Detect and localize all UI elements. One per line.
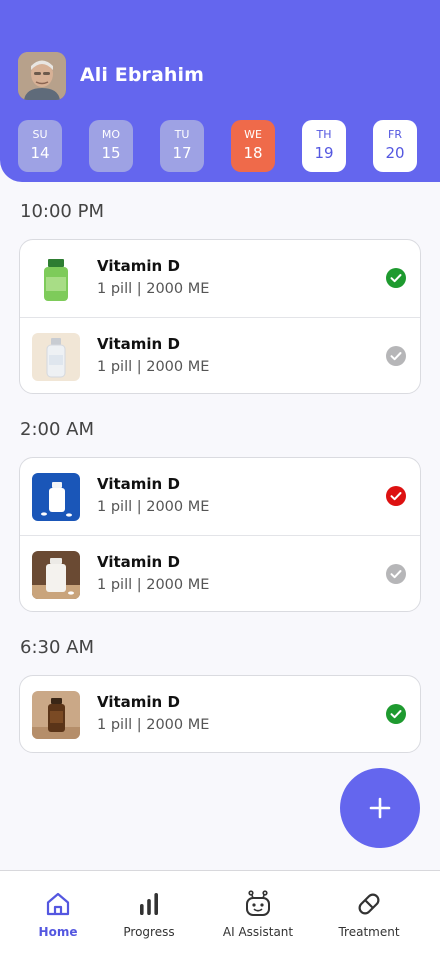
pending-check-icon[interactable] <box>386 564 406 584</box>
medication-image <box>32 473 80 521</box>
day-name: WE <box>244 128 262 141</box>
plus-icon <box>369 797 391 819</box>
medication-image <box>32 691 80 739</box>
medication-dose: 1 pill | 2000 ME <box>97 717 210 733</box>
day-date: 19 <box>314 144 334 162</box>
medication-dose: 1 pill | 2000 ME <box>97 281 210 297</box>
medication-dose: 1 pill | 2000 ME <box>97 359 210 375</box>
medication-dose: 1 pill | 2000 ME <box>97 577 210 593</box>
week-day-selector: SU 14 MO 15 TU 17 WE 18 TH 19 FR 20 <box>18 120 422 172</box>
nav-label: Home <box>38 925 78 939</box>
nav-label: Treatment <box>338 925 400 939</box>
day-date: 20 <box>385 144 405 162</box>
day-date: 17 <box>172 144 192 162</box>
day-wednesday-selected[interactable]: WE 18 <box>231 120 275 172</box>
medication-row[interactable]: Vitamin D 1 pill | 2000 ME <box>20 535 420 612</box>
medication-row[interactable]: Vitamin D 1 pill | 2000 ME <box>20 458 420 535</box>
day-name: SU <box>32 128 48 141</box>
taken-check-icon[interactable] <box>386 704 406 724</box>
nav-ai-assistant[interactable]: AI Assistant <box>212 871 304 956</box>
home-icon <box>43 889 73 919</box>
nav-label: AI Assistant <box>222 925 294 939</box>
time-slot-label: 6:30 AM <box>20 637 94 658</box>
add-medication-button[interactable] <box>340 768 420 848</box>
medication-name: Vitamin D <box>97 335 180 353</box>
nav-treatment[interactable]: Treatment <box>328 871 410 956</box>
medication-name: Vitamin D <box>97 693 180 711</box>
day-name: MO <box>101 128 121 141</box>
medication-card: Vitamin D 1 pill | 2000 ME <box>19 675 421 753</box>
day-tuesday[interactable]: TU 17 <box>160 120 204 172</box>
day-date: 15 <box>101 144 121 162</box>
medication-card: Vitamin D 1 pill | 2000 ME Vitamin D 1 p… <box>19 457 421 612</box>
nav-home[interactable]: Home <box>18 871 98 956</box>
time-slot-label: 10:00 PM <box>20 201 104 222</box>
time-slot-label: 2:00 AM <box>20 419 94 440</box>
day-name: TU <box>174 128 190 141</box>
medication-row[interactable]: Vitamin D 1 pill | 2000 ME <box>20 676 420 753</box>
medication-name: Vitamin D <box>97 553 180 571</box>
medication-dose: 1 pill | 2000 ME <box>97 499 210 515</box>
medication-name: Vitamin D <box>97 257 180 275</box>
day-name: FR <box>388 128 402 141</box>
missed-check-icon[interactable] <box>386 486 406 506</box>
day-sunday[interactable]: SU 14 <box>18 120 62 172</box>
profile-header: Ali Ebrahim SU 14 MO 15 TU 17 WE 18 TH 1… <box>0 0 440 182</box>
medication-card: Vitamin D 1 pill | 2000 ME Vitamin D 1 p… <box>19 239 421 394</box>
day-name: TH <box>316 128 332 141</box>
day-date: 18 <box>243 144 263 162</box>
day-friday[interactable]: FR 20 <box>373 120 417 172</box>
day-thursday[interactable]: TH 19 <box>302 120 346 172</box>
medication-name: Vitamin D <box>97 475 180 493</box>
pending-check-icon[interactable] <box>386 346 406 366</box>
pill-icon <box>354 889 384 919</box>
medication-row[interactable]: Vitamin D 1 pill | 2000 ME <box>20 317 420 394</box>
bottom-navigation: Home Progress AI Assistant Treatment <box>0 870 440 956</box>
avatar[interactable] <box>18 52 66 100</box>
user-name: Ali Ebrahim <box>80 64 205 86</box>
day-date: 14 <box>30 144 50 162</box>
taken-check-icon[interactable] <box>386 268 406 288</box>
medication-image <box>32 551 80 599</box>
medication-image <box>32 333 80 381</box>
medication-image <box>32 255 80 303</box>
nav-progress[interactable]: Progress <box>109 871 189 956</box>
day-monday[interactable]: MO 15 <box>89 120 133 172</box>
robot-icon <box>243 889 273 919</box>
medication-row[interactable]: Vitamin D 1 pill | 2000 ME <box>20 240 420 317</box>
nav-label: Progress <box>123 925 175 939</box>
bar-chart-icon <box>134 889 164 919</box>
